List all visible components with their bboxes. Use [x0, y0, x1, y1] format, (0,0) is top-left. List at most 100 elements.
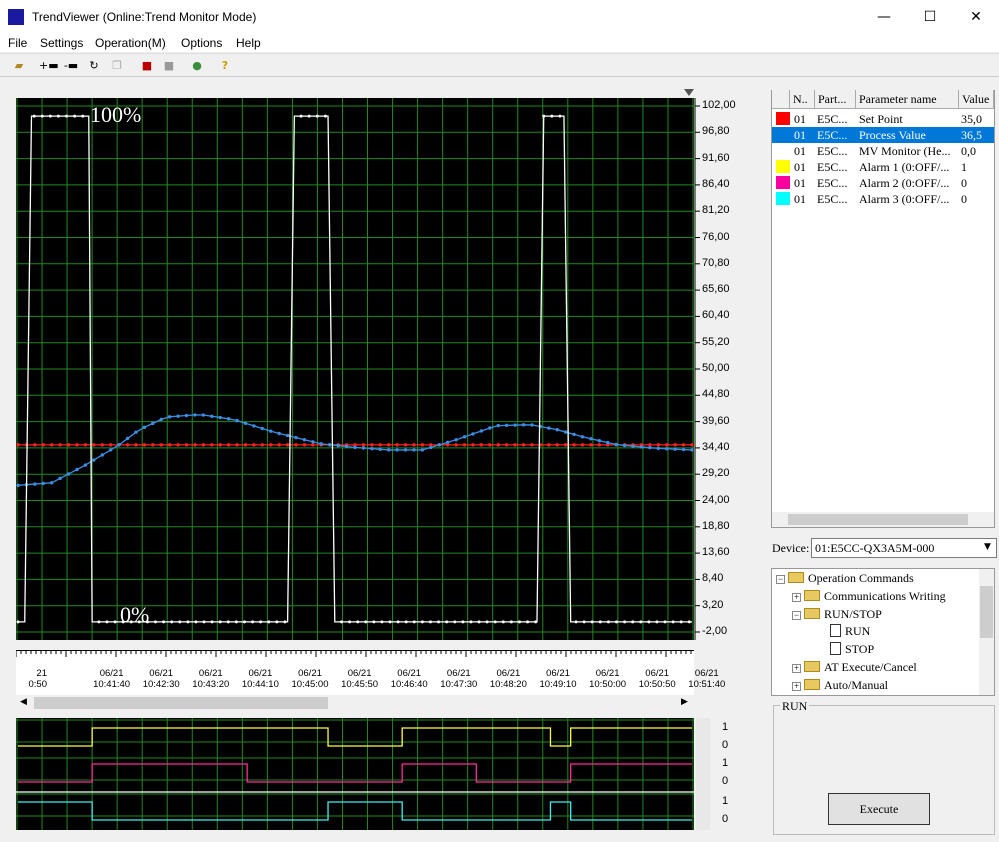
set-point-line-point [58, 443, 62, 447]
list-scroll-thumb[interactable] [788, 514, 968, 525]
remove-item-icon[interactable]: -▬ [62, 57, 80, 74]
mv-monitor-point [404, 620, 408, 624]
process-value-line-point [125, 436, 130, 441]
close-button[interactable]: ✕ [953, 0, 999, 34]
list-row[interactable]: 01 E5C... Alarm 3 (0:OFF/... 0 [772, 191, 994, 207]
tree-item-stop[interactable]: STOP [830, 642, 874, 657]
set-point-line-point [269, 443, 273, 447]
process-value-line-point [83, 463, 88, 467]
process-value-line-point [16, 483, 20, 488]
list-row[interactable]: 01 E5C... Process Value 36,5 [772, 127, 994, 143]
device-select[interactable]: 01:E5CC-QX3A5M-000 [811, 538, 997, 558]
set-point-line-point [218, 443, 222, 447]
process-value-line-point [622, 443, 627, 448]
tree-item-auto-manual[interactable]: + Auto/Manual [792, 678, 888, 693]
command-tree[interactable] [771, 568, 995, 696]
tree-item-communications[interactable]: + Communications Writing [792, 589, 946, 604]
tree-item-operation-commands[interactable]: − Operation Commands [776, 571, 914, 586]
col-header-no[interactable]: N.. [790, 90, 815, 109]
process-value-line-point [134, 430, 138, 434]
y-tick-label: 34,40 [702, 440, 730, 453]
execute-button[interactable]: Execute [828, 793, 930, 825]
mv-monitor-point [469, 620, 473, 624]
set-point-line-point [193, 443, 197, 447]
list-row[interactable]: 01 E5C... Set Point 35,0 [772, 111, 994, 127]
col-header-part[interactable]: Part... [815, 90, 856, 109]
y-tick-label: 24,00 [702, 493, 730, 506]
scroll-marker-icon[interactable] [684, 89, 694, 96]
open-folder-icon[interactable]: ▰ [10, 57, 28, 74]
menu-operation[interactable]: Operation(M) [95, 36, 166, 50]
process-value-line-point [606, 440, 610, 445]
set-point-line-point [142, 443, 147, 447]
menu-help[interactable]: Help [236, 36, 261, 50]
tree-item-at-execute[interactable]: + AT Execute/Cancel [792, 660, 917, 675]
col-header-name[interactable]: Parameter name [856, 90, 959, 109]
set-point-line-point [184, 443, 189, 447]
set-point-line-point [134, 443, 138, 447]
cell-value: 0 [961, 176, 967, 190]
mv-monitor-point [81, 114, 85, 118]
alarm-chart[interactable] [16, 718, 694, 830]
mv-monitor-point [485, 620, 489, 624]
mv-monitor-point [48, 114, 52, 118]
set-point-line-point [555, 443, 559, 447]
trend-chart[interactable]: 100% 0% [16, 98, 694, 640]
set-point-line-point [311, 443, 315, 447]
color-swatch [776, 112, 790, 125]
mv-monitor-point [32, 114, 36, 118]
process-value-line-point [387, 448, 391, 452]
process-value-line-point [580, 435, 585, 439]
process-value-line-point [462, 435, 467, 439]
set-point-line-point [125, 443, 130, 447]
process-value-line-point [75, 467, 79, 472]
tree-item-run[interactable]: RUN [830, 624, 870, 639]
chevron-down-icon[interactable]: ▼ [984, 542, 991, 552]
set-point-line-point [370, 443, 374, 447]
menu-options[interactable]: Options [181, 36, 222, 50]
cell-n: 01 [794, 144, 806, 158]
cell-name: Alarm 2 (0:OFF/... [859, 176, 950, 190]
set-point-line-point [100, 443, 104, 447]
scroll-thumb[interactable] [34, 697, 328, 709]
time-tick-label: 06/21 10:49:10 [539, 668, 577, 690]
list-row[interactable]: 01 E5C... MV Monitor (He... 0,0 [772, 143, 994, 159]
copy-icon[interactable]: ❐ [108, 57, 126, 74]
scroll-right-icon[interactable]: ▶ [681, 697, 688, 707]
list-row[interactable]: 01 E5C... Alarm 2 (0:OFF/... 0 [772, 175, 994, 191]
set-point-line-point [378, 443, 382, 447]
set-point-line-point [277, 443, 281, 447]
color-swatch [776, 192, 790, 205]
alarm-scrollbar[interactable] [696, 718, 710, 830]
process-value-line-point [41, 481, 45, 486]
set-point-line-point [420, 443, 425, 447]
color-wheel-icon[interactable]: ● [188, 57, 206, 74]
add-item-icon[interactable]: +▬ [39, 57, 59, 74]
time-tick-label: 06/21 10:51:40 [688, 668, 726, 690]
maximize-button[interactable]: ☐ [907, 0, 953, 34]
remove-device-icon[interactable]: ■ [160, 57, 178, 74]
tree-scroll-thumb[interactable] [980, 586, 993, 638]
time-tick-label: 06/21 10:50:00 [589, 668, 627, 690]
alarm-tick-label: 1 [722, 721, 729, 733]
mv-monitor-point [178, 620, 182, 624]
add-device-icon[interactable]: ■ [138, 57, 156, 74]
process-value-line-point [193, 413, 197, 417]
menu-file[interactable]: File [8, 36, 27, 50]
mv-monitor-point [16, 620, 20, 624]
process-value-line-point [100, 453, 104, 457]
help-icon[interactable]: ? [216, 57, 234, 74]
process-value-line-point [420, 448, 425, 452]
process-value-line-point [252, 424, 256, 428]
tree-item-run-stop[interactable]: − RUN/STOP [792, 607, 882, 622]
list-row[interactable]: 01 E5C... Alarm 1 (0:OFF/... 1 [772, 159, 994, 175]
set-point-line-point [83, 443, 88, 447]
refresh-icon[interactable]: ↻ [85, 57, 103, 74]
process-value-line-point [639, 445, 644, 449]
col-header-value[interactable]: Value [959, 90, 994, 109]
minimize-button[interactable]: — [861, 0, 907, 34]
folder-icon [804, 590, 820, 601]
process-value-line-point [412, 448, 416, 452]
menu-settings[interactable]: Settings [40, 36, 83, 50]
scroll-left-icon[interactable]: ◀ [20, 697, 27, 707]
